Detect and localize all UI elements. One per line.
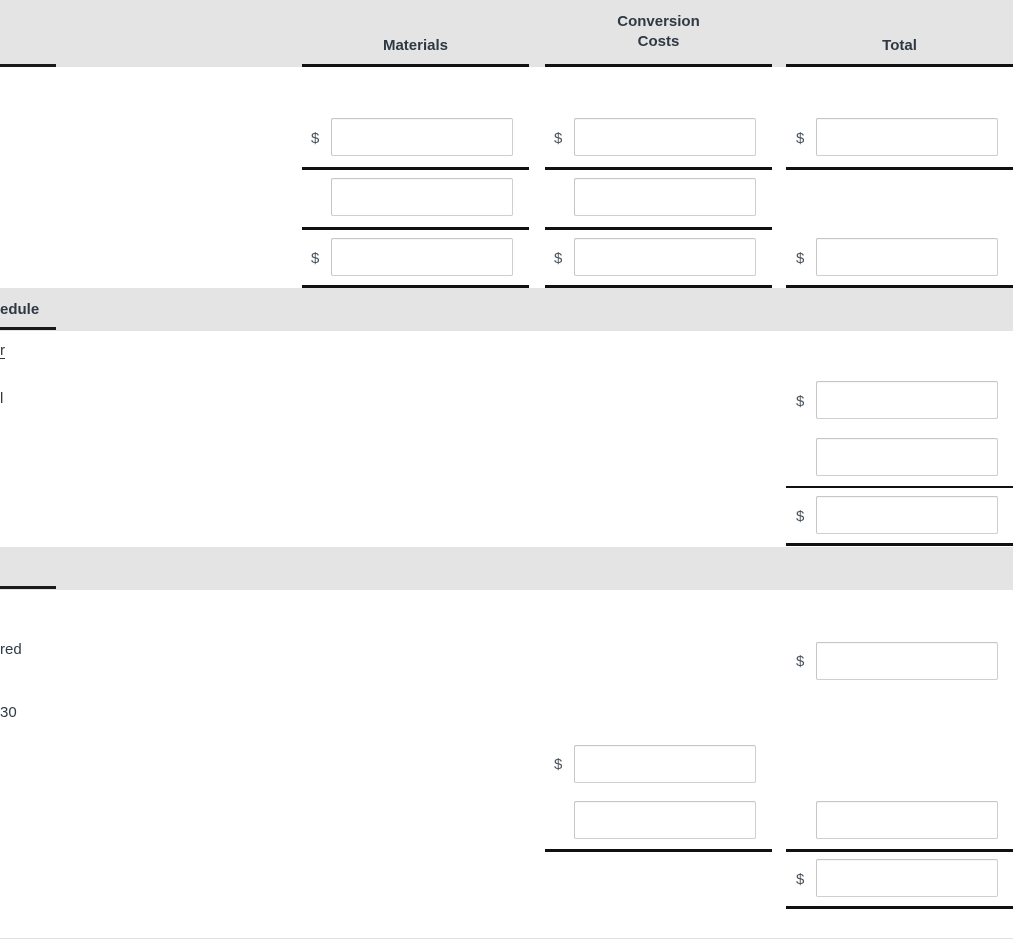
- input-top-conversion-2[interactable]: [574, 178, 756, 216]
- column-header-materials: Materials: [302, 36, 529, 56]
- input-top-conversion-1[interactable]: [574, 118, 756, 156]
- currency-symbol: $: [554, 250, 563, 267]
- currency-symbol: $: [796, 250, 805, 267]
- column-header-total-label: Total: [882, 37, 917, 54]
- rule-bot-total-subtotal: [786, 849, 1013, 852]
- rule-bot-conversion-subtotal: [545, 849, 772, 852]
- currency-symbol: $: [311, 130, 320, 147]
- row-label-schedule-row-1: l: [0, 390, 4, 407]
- schedule-label-underline: [0, 327, 56, 330]
- section-band-schedule: [0, 288, 1013, 331]
- input-mid-total-3[interactable]: [816, 496, 998, 534]
- currency-symbol: $: [796, 508, 805, 525]
- input-top-materials-2[interactable]: [331, 178, 513, 216]
- section-band-schedule-label: edule: [0, 301, 40, 318]
- input-top-materials-1[interactable]: [331, 118, 513, 156]
- rule-mid-total-subtotal: [786, 486, 1013, 488]
- input-top-conversion-3[interactable]: [574, 238, 756, 276]
- rule-top-materials-row1: [302, 167, 529, 170]
- input-mid-total-1[interactable]: [816, 381, 998, 419]
- column-rule-conversion-costs: [545, 64, 772, 67]
- section-band-third: [0, 547, 1013, 590]
- row-label-third-row-1: red: [0, 641, 22, 658]
- worksheet-canvas: Materials Conversion Costs Total $ $ $ $…: [0, 0, 1024, 946]
- currency-symbol: $: [554, 130, 563, 147]
- currency-symbol: $: [796, 653, 805, 670]
- rule-bot-total-grand: [786, 906, 1013, 909]
- row-label-third-row-2: 30: [0, 704, 17, 721]
- rule-top-total-row1: [786, 167, 1013, 170]
- rule-top-conversion-row2: [545, 227, 772, 230]
- rule-top-materials-row2: [302, 227, 529, 230]
- input-mid-total-2[interactable]: [816, 438, 998, 476]
- input-bot-total-1[interactable]: [816, 642, 998, 680]
- column-header-conversion-costs: Conversion Costs: [545, 12, 772, 52]
- third-label-underline: [0, 586, 56, 589]
- column-header-materials-label: Materials: [382, 37, 449, 54]
- input-bot-total-3[interactable]: [816, 859, 998, 897]
- column-rule-materials: [302, 64, 529, 67]
- input-bot-conversion-1[interactable]: [574, 745, 756, 783]
- input-bot-conversion-2[interactable]: [574, 801, 756, 839]
- input-top-total-1[interactable]: [816, 118, 998, 156]
- currency-symbol: $: [554, 756, 563, 773]
- input-bot-total-2[interactable]: [816, 801, 998, 839]
- input-top-materials-3[interactable]: [331, 238, 513, 276]
- column-header-conversion-line1: Conversion: [617, 13, 700, 30]
- currency-symbol: $: [796, 130, 805, 147]
- row-label-schedule-subheading: r: [0, 342, 5, 359]
- column-header-total: Total: [786, 36, 1013, 56]
- currency-symbol: $: [311, 250, 320, 267]
- column-header-conversion-line2: Costs: [637, 33, 680, 50]
- currency-symbol: $: [796, 871, 805, 888]
- currency-symbol: $: [796, 393, 805, 410]
- page-bottom-divider: [0, 938, 1013, 939]
- top-left-label-underline: [0, 64, 56, 67]
- column-header-band: [0, 0, 1013, 67]
- column-rule-total: [786, 64, 1013, 67]
- input-top-total-3[interactable]: [816, 238, 998, 276]
- rule-top-conversion-row1: [545, 167, 772, 170]
- rule-mid-total-grand: [786, 543, 1013, 546]
